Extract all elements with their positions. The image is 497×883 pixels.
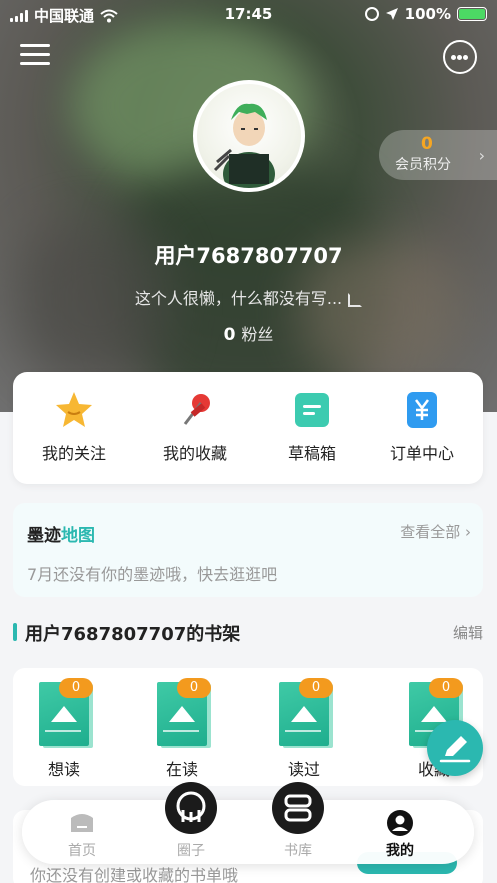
tab-label: 首页 (68, 843, 96, 859)
quick-actions-card: 我的关注 我的收藏 草稿箱 订单中心 (13, 372, 483, 484)
count-badge: 0 (59, 678, 93, 698)
battery-percent: 100% (404, 5, 451, 23)
message-icon[interactable] (443, 40, 477, 74)
booklist-empty-text: 你还没有创建或收藏的书单哦 (30, 866, 239, 883)
tab-library[interactable]: 书库 (253, 782, 343, 864)
shelf-label: 想读 (47, 760, 80, 779)
count-badge: 0 (177, 678, 211, 698)
tab-circle[interactable]: 圈子 (146, 782, 236, 864)
shelf-want-to-read[interactable]: 0 想读 (29, 678, 99, 780)
quick-action-label: 草稿箱 (287, 444, 336, 463)
pen-icon (439, 736, 471, 763)
bottom-tab-bar: 首页 圈子 书库 我的 (22, 782, 474, 864)
user-icon (387, 810, 413, 836)
quick-action-label: 我的关注 (41, 444, 106, 463)
location-icon (385, 7, 399, 21)
home-icon (69, 810, 95, 834)
points-label: 会员积分 (395, 157, 451, 173)
map-empty-text: 7月还没有你的墨迹哦，快去逛逛吧 (27, 565, 278, 584)
chevron-right-icon: › (478, 146, 485, 165)
shelf-label: 在读 (165, 760, 198, 779)
edit-bio-icon[interactable] (348, 292, 363, 307)
compose-button[interactable] (427, 720, 483, 776)
chevron-right-icon: › (465, 523, 471, 541)
avatar[interactable] (193, 80, 305, 192)
view-all-link[interactable]: 查看全部 › (400, 521, 471, 542)
quick-action-label: 我的收藏 (162, 444, 227, 463)
fans-label: 粉丝 (241, 325, 274, 344)
fans-count: 0 (223, 325, 236, 345)
view-all-label: 查看全部 (400, 523, 461, 541)
drafts-button[interactable]: 草稿箱 (257, 390, 367, 464)
quick-action-label: 订单中心 (389, 444, 454, 463)
tab-home[interactable]: 首页 (37, 800, 127, 864)
bio-text: 这个人很懒，什么都没有写... (134, 289, 343, 308)
pin-icon (175, 390, 215, 430)
bookshelf-card: 0 想读 0 在读 0 读过 0 收藏 (13, 668, 483, 786)
drafts-icon (292, 390, 332, 430)
tab-label: 我的 (386, 843, 414, 859)
battery-icon (457, 7, 487, 21)
shelf-reading[interactable]: 0 在读 (147, 678, 217, 780)
member-points[interactable]: 0 会员积分 › (379, 130, 497, 180)
count-badge: 0 (299, 678, 333, 698)
fans-row[interactable]: 0 粉丝 (0, 321, 497, 345)
circle-icon (165, 782, 217, 834)
my-favorites-button[interactable]: 我的收藏 (140, 390, 250, 464)
map-title-prefix: 墨迹 (27, 526, 61, 546)
bio-row[interactable]: 这个人很懒，什么都没有写... (0, 285, 497, 309)
username: 用户7687807707 (154, 244, 343, 268)
tab-label: 书库 (284, 843, 312, 859)
ink-map-card[interactable]: 墨迹地图 查看全部 › 7月还没有你的墨迹哦，快去逛逛吧 (13, 503, 483, 597)
book-cover-icon: 0 (157, 678, 211, 746)
tab-mine[interactable]: 我的 (355, 800, 445, 864)
orientation-lock-icon (364, 7, 379, 21)
my-follows-button[interactable]: 我的关注 (19, 390, 129, 464)
bookshelf-title: 用户7687807707的书架 (13, 620, 240, 646)
tab-label: 圈子 (177, 843, 205, 859)
bookshelf-edit-button[interactable]: 编辑 (453, 622, 483, 643)
map-title-accent: 地图 (61, 526, 95, 546)
shelf-label: 读过 (287, 760, 320, 779)
book-cover-icon: 0 (279, 678, 333, 746)
shelf-read[interactable]: 0 读过 (269, 678, 339, 780)
menu-icon[interactable] (20, 42, 50, 68)
map-title: 墨迹地图 (27, 521, 95, 546)
star-icon (54, 390, 94, 430)
count-badge: 0 (429, 678, 463, 698)
points-value: 0 (421, 134, 433, 154)
book-cover-icon: 0 (39, 678, 93, 746)
status-bar: 中国联通 17:45 100% (0, 0, 497, 28)
order-center-button[interactable]: 订单中心 (367, 390, 477, 464)
profile-header: 中国联通 17:45 100% 0 会员积分 › 用户7687807707 这个… (0, 0, 497, 412)
library-icon (272, 782, 324, 834)
yen-icon (402, 390, 442, 430)
